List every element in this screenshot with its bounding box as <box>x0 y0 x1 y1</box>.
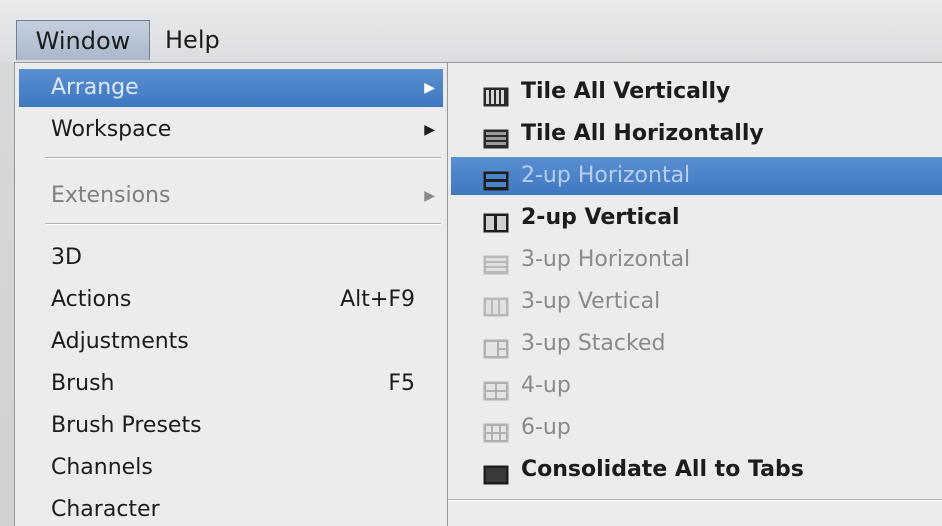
menu-item-label: Extensions <box>51 183 171 208</box>
menu-item-shortcut: F5 <box>388 371 415 396</box>
submenu-item-3up-vertical[interactable]: 3-up Vertical <box>451 283 942 321</box>
six-up-icon <box>483 418 509 443</box>
menu-item-label: Channels <box>51 455 153 480</box>
menu-item-adjustments[interactable]: Adjustments <box>19 323 443 361</box>
submenu-item-label: 3-up Vertical <box>521 289 661 314</box>
submenu-item-label: Tile All Horizontally <box>521 121 764 146</box>
submenu-arrow-icon: ▶ <box>424 122 435 138</box>
menu-item-label: Brush <box>51 371 115 396</box>
menu-item-extensions[interactable]: Extensions ▶ <box>19 177 443 215</box>
submenu-item-3up-stacked[interactable]: 3-up Stacked <box>451 325 942 363</box>
menu-item-label: Adjustments <box>51 329 189 354</box>
submenu-item-consolidate-all-to-tabs[interactable]: Consolidate All to Tabs <box>451 451 942 489</box>
menu-help[interactable]: Help <box>155 20 235 60</box>
submenu-item-2up-horizontal[interactable]: 2-up Horizontal <box>451 157 942 195</box>
submenu-item-label: 4-up <box>521 373 571 398</box>
menu-item-character[interactable]: Character <box>19 491 443 526</box>
menu-window[interactable]: Window <box>16 20 150 60</box>
submenu-separator <box>448 499 942 501</box>
submenu-item-label: Consolidate All to Tabs <box>521 457 804 482</box>
menu-separator <box>45 223 441 225</box>
menu-item-label: 3D <box>51 245 82 270</box>
arrange-submenu: Tile All Vertically Tile All Horizontall… <box>447 62 942 526</box>
menu-item-label: Actions <box>51 287 132 312</box>
menu-item-label: Arrange <box>51 75 139 100</box>
submenu-item-tile-all-horizontally[interactable]: Tile All Horizontally <box>451 115 942 153</box>
tile-vertical-icon <box>483 82 509 107</box>
menu-item-workspace[interactable]: Workspace ▶ <box>19 111 443 149</box>
submenu-item-3up-horizontal[interactable]: 3-up Horizontal <box>451 241 942 279</box>
menu-item-brush-presets[interactable]: Brush Presets <box>19 407 443 445</box>
submenu-item-label: 3-up Stacked <box>521 331 666 356</box>
two-up-vertical-icon <box>483 208 509 233</box>
submenu-item-label: 3-up Horizontal <box>521 247 691 272</box>
tile-horizontal-icon <box>483 124 509 149</box>
menu-bar: Window Help <box>0 0 942 62</box>
window-menu: Arrange ▶ Workspace ▶ Extensions ▶ 3D Ac… <box>14 62 448 526</box>
submenu-arrow-icon: ▶ <box>424 80 435 96</box>
menu-item-brush[interactable]: Brush F5 <box>19 365 443 403</box>
submenu-item-2up-vertical[interactable]: 2-up Vertical <box>451 199 942 237</box>
menu-item-channels[interactable]: Channels <box>19 449 443 487</box>
menu-separator <box>45 157 441 159</box>
menu-item-shortcut: Alt+F9 <box>340 287 415 312</box>
submenu-item-label: 6-up <box>521 415 571 440</box>
submenu-item-label: Tile All Vertically <box>521 79 731 104</box>
submenu-item-4up[interactable]: 4-up <box>451 367 942 405</box>
three-up-horizontal-icon <box>483 250 509 275</box>
four-up-icon <box>483 376 509 401</box>
menu-item-arrange[interactable]: Arrange ▶ <box>19 69 443 107</box>
screenshot-stage: Window Help Arrange ▶ Workspace ▶ Extens… <box>0 0 942 526</box>
menu-item-3d[interactable]: 3D <box>19 239 443 277</box>
three-up-stacked-icon <box>483 334 509 359</box>
menu-item-label: Character <box>51 497 160 522</box>
submenu-arrow-icon: ▶ <box>424 188 435 204</box>
submenu-item-label: 2-up Vertical <box>521 205 680 230</box>
menu-item-actions[interactable]: Actions Alt+F9 <box>19 281 443 319</box>
menu-item-label: Brush Presets <box>51 413 202 438</box>
consolidate-tabs-icon <box>483 460 509 485</box>
submenu-item-label: 2-up Horizontal <box>521 163 691 188</box>
submenu-item-tile-all-vertically[interactable]: Tile All Vertically <box>451 73 942 111</box>
two-up-horizontal-icon <box>483 166 509 191</box>
menu-item-label: Workspace <box>51 117 172 142</box>
three-up-vertical-icon <box>483 292 509 317</box>
submenu-item-6up[interactable]: 6-up <box>451 409 942 447</box>
